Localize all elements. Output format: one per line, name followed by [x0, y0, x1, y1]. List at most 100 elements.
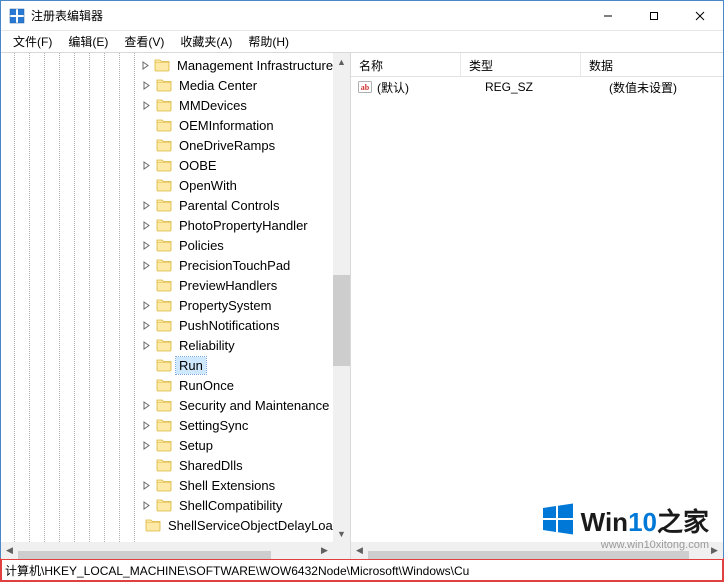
- folder-icon: [156, 478, 172, 492]
- folder-icon: [154, 58, 170, 72]
- tree-item[interactable]: PushNotifications: [141, 315, 333, 335]
- expand-icon[interactable]: [141, 340, 152, 351]
- expand-icon[interactable]: [141, 500, 152, 511]
- column-data[interactable]: 数据: [581, 53, 723, 76]
- tree-item[interactable]: OOBE: [141, 155, 333, 175]
- tree-item[interactable]: PrecisionTouchPad: [141, 255, 333, 275]
- scroll-left-button[interactable]: ◀: [1, 542, 18, 559]
- tree-item-label: SharedDlls: [176, 457, 246, 474]
- tree-item[interactable]: OpenWith: [141, 175, 333, 195]
- folder-icon: [156, 398, 172, 412]
- scroll-down-button[interactable]: ▼: [333, 525, 350, 542]
- tree-item[interactable]: PreviewHandlers: [141, 275, 333, 295]
- expand-icon: [141, 120, 152, 131]
- list-horizontal-scrollbar[interactable]: ◀ ▶: [351, 542, 723, 559]
- expand-icon[interactable]: [141, 440, 152, 451]
- tree-item[interactable]: SharedDlls: [141, 455, 333, 475]
- maximize-button[interactable]: [631, 1, 677, 31]
- tree-item[interactable]: PropertySystem: [141, 295, 333, 315]
- scroll-right-button[interactable]: ▶: [316, 542, 333, 559]
- expand-icon[interactable]: [141, 320, 152, 331]
- expand-icon[interactable]: [141, 300, 152, 311]
- menu-help[interactable]: 帮助(H): [240, 31, 297, 52]
- menu-favorites[interactable]: 收藏夹(A): [172, 31, 240, 52]
- tree-hscroll-thumb[interactable]: [18, 551, 271, 560]
- tree-vscroll-thumb[interactable]: [333, 275, 350, 366]
- folder-icon: [156, 78, 172, 92]
- column-type[interactable]: 类型: [461, 53, 581, 76]
- tree-item[interactable]: Setup: [141, 435, 333, 455]
- tree-items: Management InfrastructureMedia CenterMMD…: [141, 55, 333, 535]
- expand-icon[interactable]: [141, 80, 152, 91]
- tree-item-label: OneDriveRamps: [176, 137, 278, 154]
- expand-icon: [141, 180, 152, 191]
- tree-scroll-corner: [333, 542, 350, 559]
- list-hscroll-thumb[interactable]: [368, 551, 689, 560]
- folder-icon: [156, 298, 172, 312]
- expand-icon[interactable]: [141, 480, 152, 491]
- tree-item[interactable]: OneDriveRamps: [141, 135, 333, 155]
- tree-item[interactable]: MMDevices: [141, 95, 333, 115]
- scroll-up-button[interactable]: ▲: [333, 53, 350, 70]
- tree-item[interactable]: ShellCompatibility: [141, 495, 333, 515]
- tree-item[interactable]: Run: [141, 355, 333, 375]
- list-row[interactable]: ab(默认)REG_SZ(数值未设置): [351, 77, 723, 97]
- menu-edit[interactable]: 编辑(E): [60, 31, 116, 52]
- list-header: 名称 类型 数据: [351, 53, 723, 77]
- folder-icon: [156, 438, 172, 452]
- folder-icon: [156, 158, 172, 172]
- tree-item-label: Parental Controls: [176, 197, 282, 214]
- expand-icon[interactable]: [141, 420, 152, 431]
- tree-item[interactable]: Media Center: [141, 75, 333, 95]
- expand-icon[interactable]: [141, 60, 150, 71]
- list-pane: 名称 类型 数据 ab(默认)REG_SZ(数值未设置) ◀ ▶: [351, 53, 723, 559]
- tree-item-label: Run: [176, 357, 206, 374]
- tree-item[interactable]: Management Infrastructure: [141, 55, 333, 75]
- expand-icon[interactable]: [141, 100, 152, 111]
- tree-item-label: Shell Extensions: [176, 477, 278, 494]
- menu-file[interactable]: 文件(F): [5, 31, 60, 52]
- tree-vscroll-track[interactable]: [333, 70, 350, 525]
- tree-item[interactable]: Security and Maintenance: [141, 395, 333, 415]
- folder-icon: [156, 318, 172, 332]
- tree-vertical-scrollbar[interactable]: ▲ ▼: [333, 53, 350, 542]
- expand-icon[interactable]: [141, 160, 152, 171]
- svg-text:ab: ab: [361, 83, 370, 92]
- tree-scroll-area[interactable]: Management InfrastructureMedia CenterMMD…: [1, 53, 333, 542]
- expand-icon[interactable]: [141, 240, 152, 251]
- list-scroll-left-button[interactable]: ◀: [351, 542, 368, 559]
- expand-icon[interactable]: [141, 260, 152, 271]
- tree-item[interactable]: Policies: [141, 235, 333, 255]
- cell-data: (数值未设置): [609, 79, 723, 96]
- tree-item-label: Security and Maintenance: [176, 397, 332, 414]
- close-button[interactable]: [677, 1, 723, 31]
- folder-icon: [156, 98, 172, 112]
- expand-icon[interactable]: [141, 220, 152, 231]
- tree-item[interactable]: OEMInformation: [141, 115, 333, 135]
- tree-item[interactable]: ShellServiceObjectDelayLoa: [141, 515, 333, 535]
- tree-item-label: PropertySystem: [176, 297, 274, 314]
- folder-icon: [156, 258, 172, 272]
- tree-item-label: RunOnce: [176, 377, 237, 394]
- expand-icon[interactable]: [141, 200, 152, 211]
- minimize-button[interactable]: [585, 1, 631, 31]
- tree-item[interactable]: PhotoPropertyHandler: [141, 215, 333, 235]
- column-name[interactable]: 名称: [351, 53, 461, 76]
- list-body[interactable]: ab(默认)REG_SZ(数值未设置): [351, 77, 723, 97]
- expand-icon[interactable]: [141, 400, 152, 411]
- tree-item[interactable]: Reliability: [141, 335, 333, 355]
- tree-item[interactable]: Parental Controls: [141, 195, 333, 215]
- tree-item-label: Reliability: [176, 337, 238, 354]
- folder-icon: [156, 198, 172, 212]
- tree-item-label: Policies: [176, 237, 227, 254]
- tree-item[interactable]: SettingSync: [141, 415, 333, 435]
- menu-view[interactable]: 查看(V): [116, 31, 172, 52]
- tree-item-label: ShellCompatibility: [176, 497, 285, 514]
- list-scroll-right-button[interactable]: ▶: [706, 542, 723, 559]
- folder-icon: [156, 118, 172, 132]
- menubar: 文件(F) 编辑(E) 查看(V) 收藏夹(A) 帮助(H): [1, 31, 723, 53]
- tree-horizontal-scrollbar[interactable]: ◀ ▶: [1, 542, 333, 559]
- tree-item[interactable]: Shell Extensions: [141, 475, 333, 495]
- folder-icon: [156, 498, 172, 512]
- tree-item[interactable]: RunOnce: [141, 375, 333, 395]
